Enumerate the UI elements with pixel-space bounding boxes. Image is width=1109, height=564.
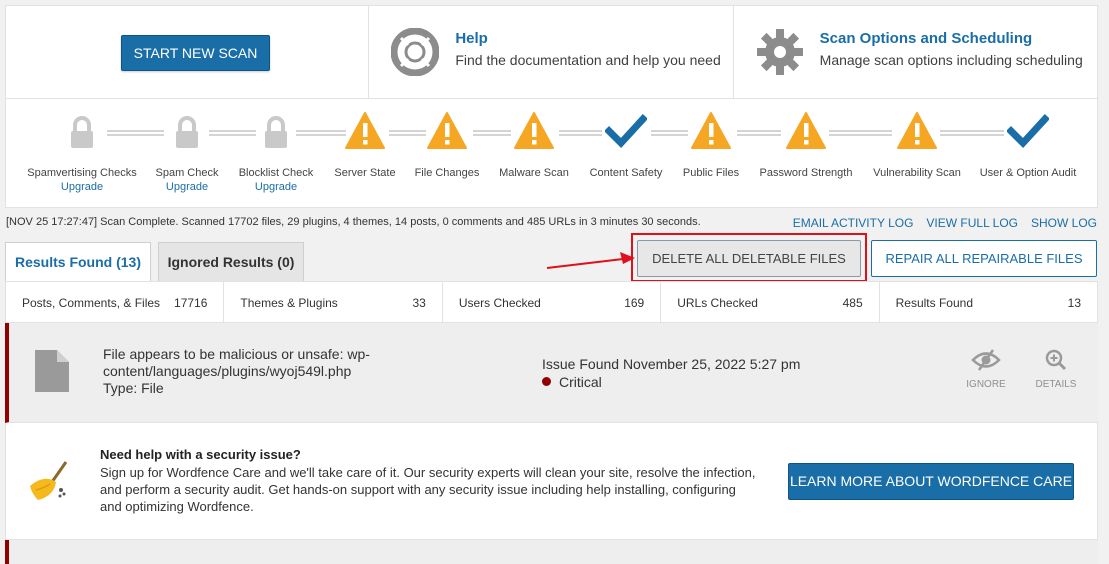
stage-connector	[296, 130, 346, 136]
care-body: Sign up for Wordfence Care and we'll tak…	[100, 465, 756, 514]
stage-connector	[389, 130, 426, 136]
issue-description-line: File appears to be malicious or unsafe: …	[103, 346, 370, 362]
stage-label-server-state: Server State	[334, 167, 396, 179]
next-issue-row[interactable]	[5, 540, 1098, 564]
broom-icon	[30, 461, 68, 500]
stage-connector	[209, 130, 256, 136]
issue-found-date: Issue Found November 25, 2022 5:27 pm	[542, 356, 801, 372]
show-log-link[interactable]: SHOW LOG	[1031, 216, 1097, 230]
stat-label: URLs Checked	[677, 296, 758, 310]
lock-icon	[265, 116, 287, 148]
lifebuoy-icon	[391, 28, 440, 76]
details-button[interactable]: DETAILS	[1026, 349, 1086, 390]
stat-value: 485	[842, 296, 863, 310]
stage-connector	[829, 130, 892, 136]
stat-label: Themes & Plugins	[240, 296, 338, 310]
stat-label: Posts, Comments, & Files	[22, 296, 161, 310]
lock-icon	[71, 116, 93, 148]
checkmark-icon	[605, 114, 647, 149]
help-panel[interactable]: Help Find the documentation and help you…	[369, 6, 734, 98]
stage-upgrade-link-spam-check[interactable]: Upgrade	[166, 181, 208, 193]
stat-value: 17716	[174, 296, 208, 310]
stage-label-spam-check: Spam Check	[155, 167, 219, 179]
tab-results-found[interactable]: Results Found (13)	[5, 242, 151, 284]
zoom-in-icon	[1045, 349, 1067, 371]
view-full-log-link[interactable]: VIEW FULL LOG	[926, 216, 1018, 230]
issue-row[interactable]: File appears to be malicious or unsafe: …	[5, 323, 1098, 423]
stage-label-content-safety: Content Safety	[589, 167, 663, 179]
file-icon	[35, 350, 69, 392]
top-panels: START NEW SCAN Help Find the documentati…	[5, 5, 1098, 99]
stat-urls-checked: URLs Checked 485	[661, 282, 880, 322]
stage-label-public-files: Public Files	[682, 167, 740, 179]
stage-label-malware-scan: Malware Scan	[499, 167, 569, 179]
warning-icon	[786, 112, 826, 149]
scan-stages: Spamvertising Checks Upgrade Spam Check …	[5, 99, 1098, 208]
tab-ignored-results[interactable]: Ignored Results (0)	[158, 242, 304, 282]
stage-label-password-strength: Password Strength	[759, 167, 853, 179]
warning-icon	[514, 112, 554, 149]
stage-upgrade-link-blocklist[interactable]: Upgrade	[255, 181, 297, 193]
stage-connector	[559, 130, 602, 136]
lock-icon	[176, 116, 198, 148]
stage-connector	[473, 130, 511, 136]
eye-slash-icon	[971, 349, 1001, 371]
issue-description: File appears to be malicious or unsafe: …	[103, 346, 370, 397]
stage-label-blocklist: Blocklist Check	[238, 167, 314, 179]
checkmark-icon	[1007, 114, 1049, 149]
stat-results-found: Results Found 13	[880, 282, 1097, 322]
learn-more-wordfence-care-button[interactable]: LEARN MORE ABOUT WORDFENCE CARE	[788, 463, 1074, 500]
warning-icon	[427, 112, 467, 149]
severity-dot-icon	[542, 377, 551, 386]
stat-users-checked: Users Checked 169	[443, 282, 662, 322]
details-label: DETAILS	[1035, 379, 1077, 390]
scan-options-panel[interactable]: Scan Options and Scheduling Manage scan …	[734, 6, 1097, 98]
annotation-highlight-box	[631, 233, 867, 282]
help-subtitle: Find the documentation and help you need	[455, 52, 721, 68]
stat-themes-plugins: Themes & Plugins 33	[224, 282, 443, 322]
stat-value: 33	[412, 296, 426, 310]
annotation-arrow-icon	[546, 252, 635, 269]
issue-severity: Critical	[542, 374, 602, 390]
warning-icon	[897, 112, 937, 149]
scan-options-subtitle: Manage scan options including scheduling	[819, 52, 1083, 68]
issue-type: Type: File	[103, 380, 164, 396]
stage-label-spamvertising: Spamvertising Checks	[27, 167, 137, 179]
email-activity-log-link[interactable]: EMAIL ACTIVITY LOG	[793, 216, 914, 230]
stat-posts-comments-files: Posts, Comments, & Files 17716	[6, 282, 225, 322]
gear-icon	[756, 29, 803, 75]
stage-label-file-changes: File Changes	[414, 167, 480, 179]
stat-value: 13	[1067, 296, 1082, 310]
stage-connector	[107, 130, 164, 136]
issue-file-path: content/languages/plugins/wyoj549l.php	[103, 363, 352, 379]
care-title: Need help with a security issue?	[100, 447, 301, 462]
log-links: EMAIL ACTIVITY LOG VIEW FULL LOG SHOW LOG	[780, 216, 1097, 230]
stage-connector	[651, 130, 688, 136]
ignore-button[interactable]: IGNORE	[956, 349, 1016, 390]
stage-label-user-option-audit: User & Option Audit	[979, 167, 1077, 179]
scan-options-title[interactable]: Scan Options and Scheduling	[820, 30, 1033, 47]
stage-connector	[940, 130, 1004, 136]
scan-log-summary: [NOV 25 17:27:47] Scan Complete. Scanned…	[6, 216, 701, 228]
help-title[interactable]: Help	[455, 30, 488, 47]
start-scan-panel: START NEW SCAN	[6, 6, 370, 98]
stat-label: Results Found	[895, 296, 973, 310]
stage-connector	[737, 130, 781, 136]
stat-value: 169	[624, 296, 645, 310]
stage-upgrade-link-spamvertising[interactable]: Upgrade	[61, 181, 103, 193]
ignore-label: IGNORE	[966, 379, 1006, 390]
warning-icon	[345, 112, 385, 149]
severity-label: Critical	[559, 374, 602, 390]
wordfence-care-banner: Need help with a security issue? Sign up…	[5, 423, 1098, 540]
scan-stats-bar: Posts, Comments, & Files 17716 Themes & …	[5, 281, 1098, 323]
stage-label-vulnerability-scan: Vulnerability Scan	[873, 167, 961, 179]
stat-label: Users Checked	[458, 296, 541, 310]
warning-icon	[691, 112, 731, 149]
repair-all-repairable-files-button[interactable]: REPAIR ALL REPAIRABLE FILES	[871, 240, 1097, 277]
start-new-scan-button[interactable]: START NEW SCAN	[121, 35, 270, 71]
